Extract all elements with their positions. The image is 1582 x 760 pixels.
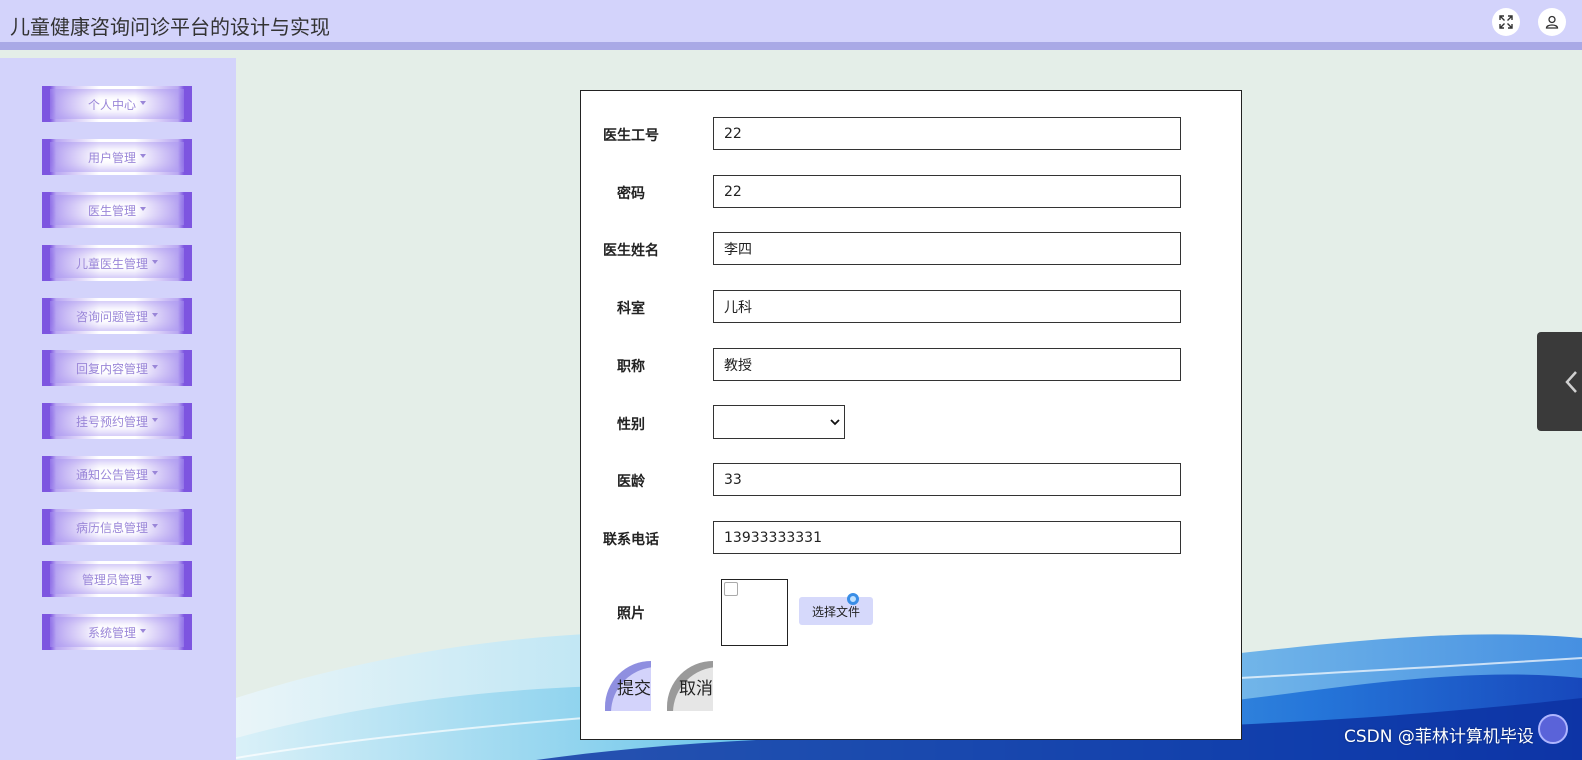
chevron-down-icon	[830, 419, 840, 426]
sidebar-item-label: 咨询问题管理	[75, 309, 148, 324]
sidebar-item-admins[interactable]: 管理员管理	[42, 561, 192, 597]
caret-down-icon	[152, 260, 158, 264]
sidebar-item-label: 个人中心	[87, 97, 136, 112]
sidebar-item-child-doctors[interactable]: 儿童医生管理	[42, 245, 192, 281]
sidebar-item-doctors[interactable]: 医生管理	[42, 192, 192, 228]
sidebar-item-label: 挂号预约管理	[75, 414, 148, 429]
caret-down-icon	[140, 101, 146, 105]
sidebar-item-label: 回复内容管理	[75, 361, 148, 376]
label-doctor-name: 医生姓名	[603, 243, 659, 259]
cancel-button[interactable]: 取消	[667, 661, 713, 711]
cancel-label: 取消	[679, 678, 713, 699]
expand-icon	[1499, 15, 1513, 29]
sidebar-item-questions[interactable]: 咨询问题管理	[42, 298, 192, 334]
watermark-text: CSDN @菲林计算机毕设	[1344, 727, 1534, 747]
caret-down-icon	[152, 471, 158, 475]
label-password: 密码	[617, 186, 645, 202]
password-input[interactable]	[713, 175, 1181, 208]
label-title: 职称	[617, 359, 645, 375]
sidebar-item-label: 儿童医生管理	[75, 256, 148, 271]
submit-label: 提交	[617, 678, 651, 699]
caret-down-icon	[140, 207, 146, 211]
sidebar-item-label: 用户管理	[87, 150, 136, 165]
sidebar-item-label: 管理员管理	[81, 572, 142, 587]
cursor-indicator-icon	[847, 593, 859, 605]
photo-preview	[721, 579, 788, 646]
sidebar-item-appointments[interactable]: 挂号预约管理	[42, 403, 192, 439]
sidebar-item-system[interactable]: 系统管理	[42, 614, 192, 650]
sidebar-item-label: 系统管理	[87, 625, 136, 640]
app-title: 儿童健康咨询问诊平台的设计与实现	[10, 15, 330, 39]
phone-input[interactable]	[713, 521, 1181, 554]
doctor-id-input[interactable]	[713, 117, 1181, 150]
sidebar-item-personal-center[interactable]: 个人中心	[42, 86, 192, 122]
choose-file-button[interactable]: 选择文件	[799, 597, 873, 625]
caret-down-icon	[146, 576, 152, 580]
doctor-form-panel: 医生工号 密码 医生姓名 科室 职称 性别 医龄 联系电话 照片 选择文件 提交…	[580, 90, 1242, 740]
fullscreen-button[interactable]	[1492, 8, 1520, 36]
submit-button[interactable]: 提交	[605, 661, 651, 711]
label-doctor-id: 医生工号	[603, 128, 659, 144]
years-input[interactable]	[713, 463, 1181, 496]
sidebar-item-label: 病历信息管理	[75, 520, 148, 535]
caret-down-icon	[152, 524, 158, 528]
chevron-left-icon	[1565, 370, 1577, 393]
user-button[interactable]	[1538, 8, 1566, 36]
side-panel-toggle[interactable]	[1537, 332, 1582, 431]
caret-down-icon	[152, 313, 158, 317]
sidebar-item-notices[interactable]: 通知公告管理	[42, 456, 192, 492]
user-icon	[1545, 15, 1559, 29]
sidebar-item-replies[interactable]: 回复内容管理	[42, 350, 192, 386]
gender-select[interactable]	[713, 405, 845, 439]
caret-down-icon	[152, 418, 158, 422]
caret-down-icon	[140, 154, 146, 158]
sidebar-item-medical-records[interactable]: 病历信息管理	[42, 509, 192, 545]
title-input[interactable]	[713, 348, 1181, 381]
caret-down-icon	[140, 629, 146, 633]
sidebar-item-users[interactable]: 用户管理	[42, 139, 192, 175]
label-years: 医龄	[617, 474, 645, 490]
department-input[interactable]	[713, 290, 1181, 323]
label-gender: 性别	[617, 417, 645, 433]
label-department: 科室	[617, 301, 645, 317]
sidebar-item-label: 通知公告管理	[75, 467, 148, 482]
sidebar: 个人中心 用户管理 医生管理 儿童医生管理 咨询问题管理 回复内容管理 挂号预约…	[0, 58, 236, 760]
caret-down-icon	[152, 365, 158, 369]
label-phone: 联系电话	[603, 532, 659, 548]
doctor-name-input[interactable]	[713, 232, 1181, 265]
sidebar-item-label: 医生管理	[87, 203, 136, 218]
label-photo: 照片	[617, 606, 645, 622]
floating-action-icon[interactable]	[1538, 714, 1568, 744]
broken-image-icon	[724, 582, 738, 596]
top-header: 儿童健康咨询问诊平台的设计与实现	[0, 0, 1582, 50]
